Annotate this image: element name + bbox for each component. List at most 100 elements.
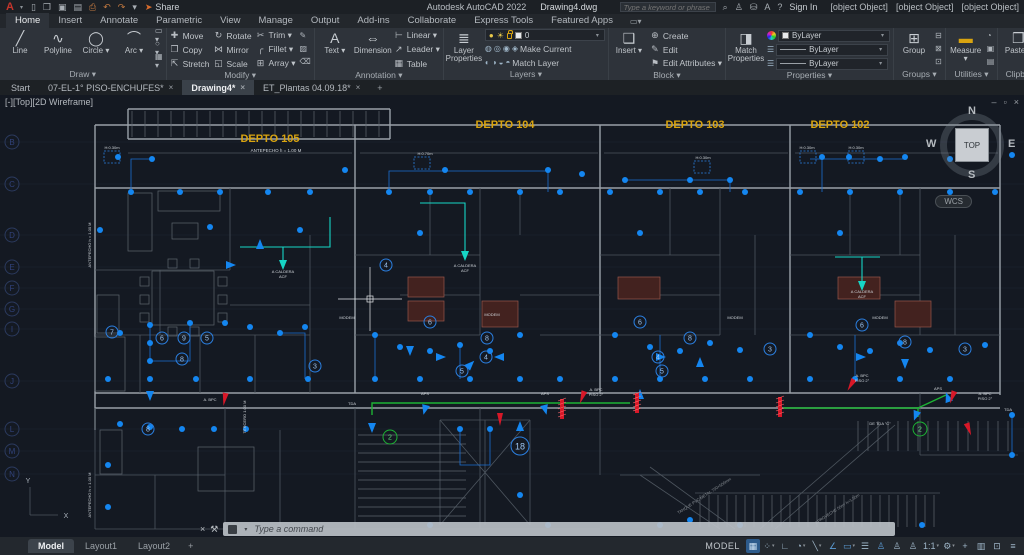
annotation-visibility-icon[interactable]: ♙	[874, 539, 888, 553]
viewport-close-icon[interactable]: ×	[1014, 97, 1019, 107]
command-input[interactable]: Type a command	[254, 524, 323, 534]
tool-text[interactable]: AText ▾	[318, 29, 352, 55]
cart-icon[interactable]: ⛁	[750, 0, 758, 14]
panel-label[interactable]: Layers ▾	[447, 69, 605, 80]
panel-label[interactable]: Utilities ▾	[949, 69, 995, 80]
drawing-canvas[interactable]: [-][Top][2D Wireframe] –▫ × N S W E TOP W…	[0, 95, 1024, 537]
ortho-icon[interactable]: ∟	[778, 539, 792, 553]
command-close-icon[interactable]: ×	[200, 524, 205, 534]
linetype-dropdown[interactable]: ByLayer▾	[776, 44, 888, 56]
tool-mini[interactable]: ▤	[987, 55, 995, 67]
workspace-gear-icon[interactable]: ⚙▾	[942, 539, 956, 553]
tool-create[interactable]: ⊕Create	[650, 29, 722, 42]
ribbon-tab-home[interactable]: Home	[6, 13, 49, 28]
tool-edit[interactable]: ✎Edit	[650, 43, 722, 56]
tool-leader[interactable]: ↗Leader ▾	[394, 43, 440, 56]
viewport-restore-icon[interactable]: ▫	[1004, 97, 1007, 107]
hardware-accel-icon[interactable]: ⊡	[990, 539, 1004, 553]
scale-value[interactable]: 1:1▾	[922, 539, 940, 553]
help-search-input[interactable]	[620, 2, 716, 12]
ribbon-tab-manage[interactable]: Manage	[250, 13, 302, 28]
panel-label[interactable]: Groups ▾	[897, 69, 942, 80]
tool-mini[interactable]: ⌫	[299, 55, 310, 67]
save-as-icon[interactable]: ▤	[74, 0, 83, 14]
tool-layer-properties[interactable]: ≣Layer Properties	[447, 29, 481, 63]
dynamic-input-icon[interactable]: ▭▾	[842, 539, 856, 553]
panel-label[interactable]: Clipboard	[1001, 69, 1024, 80]
layer-freeze-icon[interactable]: ☀	[497, 31, 504, 40]
panel-label[interactable]: Draw ▾	[3, 69, 163, 80]
viewcube-south[interactable]: S	[968, 169, 975, 181]
layer-tool-icon[interactable]: ◓	[505, 58, 510, 67]
close-tab-icon[interactable]: ×	[240, 83, 245, 92]
ribbon-tab-view[interactable]: View	[211, 13, 249, 28]
tool-stretch[interactable]: ⇱Stretch	[170, 57, 210, 70]
file-tab-drawing4-[interactable]: Drawing4*×	[182, 80, 254, 95]
ribbon-tab-annotate[interactable]: Annotate	[91, 13, 147, 28]
app-menu-chevron-icon[interactable]: ▾	[20, 4, 23, 11]
tool-move[interactable]: ✚Move	[170, 29, 210, 42]
tool-mini[interactable]: ▣	[987, 42, 995, 54]
tool-arc[interactable]: ⌒Arc ▾	[117, 29, 151, 55]
ribbon-display-toggle-icon[interactable]: ▭▾	[622, 15, 650, 28]
layer-tool-icon[interactable]: ◑	[492, 58, 497, 67]
layer-tool-icon[interactable]: ◉	[503, 44, 510, 53]
new-layout-button[interactable]: +	[181, 541, 200, 551]
layout-tab-model[interactable]: Model	[28, 539, 74, 553]
tool-trim[interactable]: ✂Trim ▾	[256, 29, 296, 42]
tool-insert[interactable]: ❑Insert ▾	[612, 29, 646, 55]
autodesk-a-icon[interactable]: A	[764, 0, 770, 14]
layout-tab-layout1[interactable]: Layout1	[75, 539, 127, 553]
viewcube-east[interactable]: E	[1008, 138, 1015, 150]
tool-mini[interactable]: ✎	[299, 29, 310, 41]
command-chevron-icon[interactable]: ▾	[244, 526, 247, 533]
plot-icon[interactable]: ⎙	[89, 0, 96, 14]
layer-tool-icon[interactable]: ◈	[512, 44, 518, 53]
viewport-minimize-icon[interactable]: –	[992, 97, 997, 107]
tool-measure[interactable]: ▬Measure ▾	[949, 29, 983, 63]
tool-array[interactable]: ⊞Array ▾	[256, 57, 296, 70]
polar-tracking-icon[interactable]: ◔▾	[794, 539, 808, 553]
new-file-icon[interactable]: ▯	[31, 0, 36, 14]
color-dropdown[interactable]: ByLayer▾	[778, 30, 890, 42]
snap-icon[interactable]: ⁘▾	[762, 539, 776, 553]
tool-mini[interactable]: ▨	[299, 42, 310, 54]
viewcube[interactable]: N S W E TOP	[936, 109, 1008, 181]
tool-mini[interactable]: ⊟	[935, 29, 942, 41]
grid-icon[interactable]: ▦	[746, 539, 760, 553]
tool-line[interactable]: ╱Line	[3, 29, 37, 55]
qat-customize-icon[interactable]: ▾	[132, 0, 137, 14]
object-snap-icon[interactable]: ∠	[826, 539, 840, 553]
ribbon-tab-output[interactable]: Output	[302, 13, 349, 28]
search-icon[interactable]: ⌕	[723, 0, 728, 14]
save-icon[interactable]: ▣	[58, 0, 67, 14]
tool-group[interactable]: ⊞Group	[897, 29, 931, 55]
close-tab-icon[interactable]: ×	[169, 83, 174, 92]
tool-polyline[interactable]: ∿Polyline	[41, 29, 75, 55]
sign-in-button[interactable]: Sign In	[789, 2, 817, 12]
ribbon-tab-collaborate[interactable]: Collaborate	[399, 13, 466, 28]
new-tab-button[interactable]: +	[369, 80, 390, 95]
restore-button[interactable]: [object Object]	[896, 2, 954, 12]
layer-unlock-icon[interactable]	[507, 33, 512, 39]
file-tab-start[interactable]: Start	[2, 80, 39, 95]
viewport-controls[interactable]: [-][Top][2D Wireframe]	[5, 97, 93, 107]
layout-tab-layout2[interactable]: Layout2	[128, 539, 180, 553]
minimize-button[interactable]: [object Object]	[830, 2, 888, 12]
ribbon-tab-insert[interactable]: Insert	[49, 13, 91, 28]
close-tab-icon[interactable]: ×	[356, 83, 361, 92]
layer-tool-icon[interactable]: ◎	[494, 44, 501, 53]
layer-tool-icon[interactable]: ◍	[485, 44, 492, 53]
tool-linear[interactable]: ⊢Linear ▾	[394, 29, 440, 42]
layer-dropdown-chevron-icon[interactable]: ▾	[596, 32, 599, 39]
autoscale-icon[interactable]: ♙	[890, 539, 904, 553]
layer-color-swatch[interactable]	[515, 32, 522, 39]
tool-rotate[interactable]: ↻Rotate	[214, 29, 252, 42]
viewcube-west[interactable]: W	[926, 138, 936, 150]
file-tab-et-plantas-04-09-18-[interactable]: ET_Plantas 04.09.18*×	[254, 80, 369, 95]
tool-scale[interactable]: ◱Scale	[214, 57, 252, 70]
undo-icon[interactable]: ↶	[103, 0, 111, 14]
share-button[interactable]: ➤Share	[145, 2, 180, 13]
command-bar[interactable]: ▾ Type a command	[223, 522, 895, 536]
floor-plan-drawing[interactable]: BCDEFGIJLMN468453769586845368381822DEPTO…	[0, 95, 1024, 537]
